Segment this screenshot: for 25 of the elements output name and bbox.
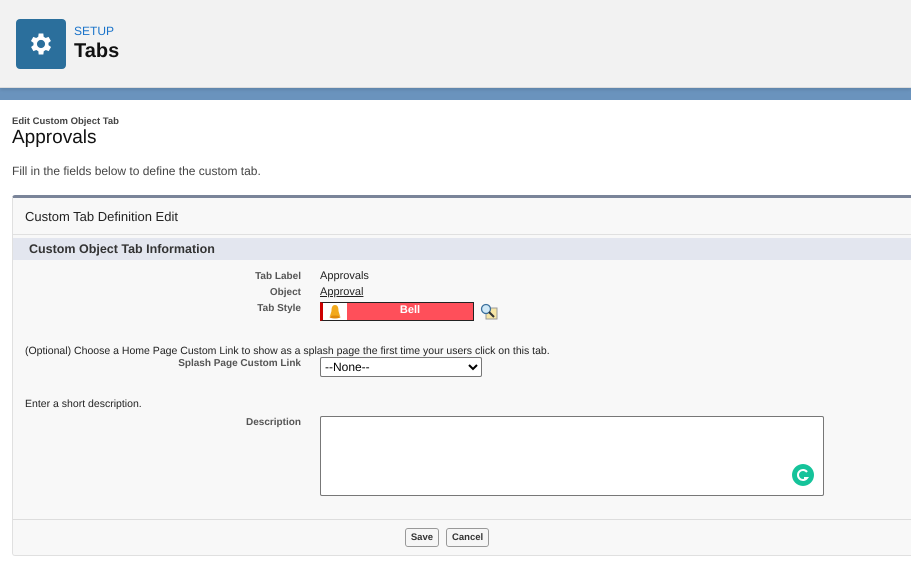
object-link[interactable]: Approval [320,286,364,298]
form-button[interactable]: Cancel [446,528,490,547]
description-field[interactable] [320,416,824,496]
field-label: Tab Label [254,270,301,282]
field-label: Tab Style [256,302,301,314]
section-header: Custom Object Tab Information [13,238,911,260]
panel-title: Custom Tab Definition Edit [13,198,911,235]
page-title: Approvals [12,127,98,149]
bell-icon [328,304,342,319]
breadcrumb: SETUP [74,24,116,38]
description-note: Enter a short description. [24,398,143,410]
lookup-icon[interactable] [480,303,498,320]
tab-style-swatch: Bell [320,302,474,321]
header-title: Tabs [74,40,120,63]
field-value: Approvals [320,270,369,282]
field-label: Description [244,416,301,428]
splash-note: (Optional) Choose a Home Page Custom Link to show as a splash page the first time your users click on this tab. [24,345,551,357]
page-subtitle: Edit Custom Object Tab [12,116,120,127]
field-label: Object [268,286,301,298]
settings-icon [16,18,66,68]
field-label: Splash Page Custom Link [177,357,301,369]
form-button[interactable]: Save [404,528,440,547]
intro-text: Fill in the fields below to define the custom tab. [12,164,262,178]
splash-link-select[interactable]: --None-- [320,357,482,377]
grammar-icon[interactable] [792,464,814,486]
